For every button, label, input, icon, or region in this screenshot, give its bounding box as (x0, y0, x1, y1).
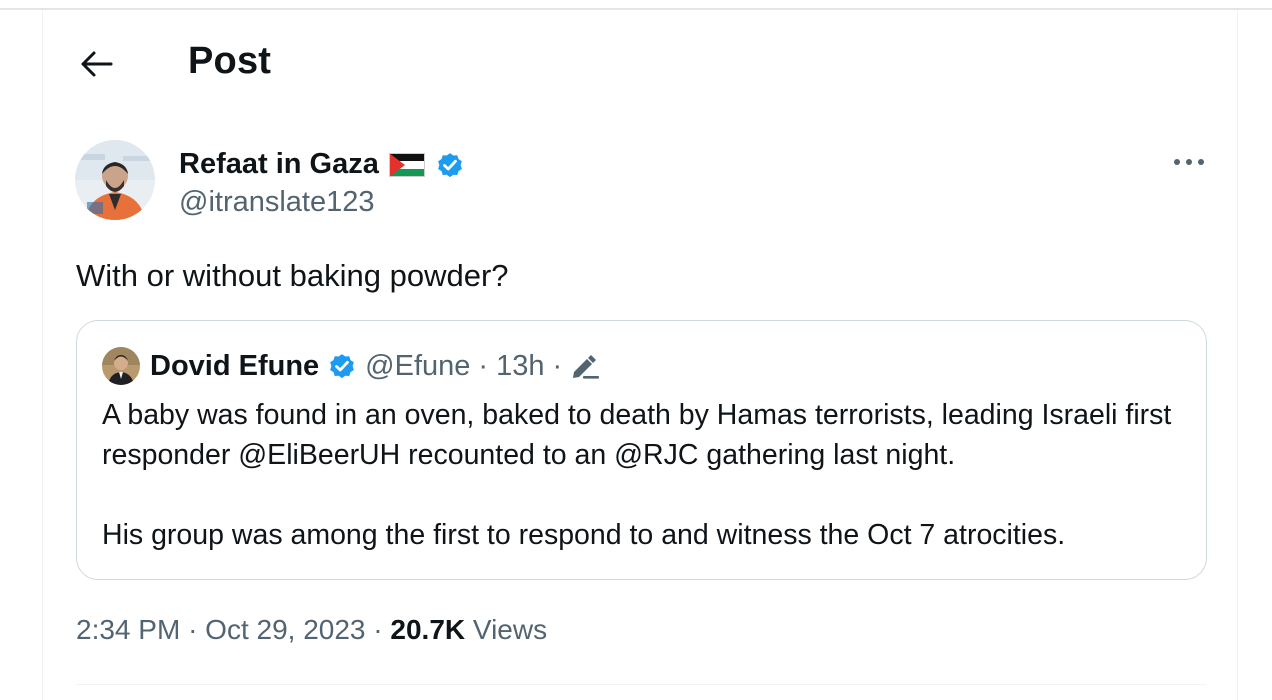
quoted-tweet-header: Dovid Efune @Efune · 13h · (102, 347, 600, 385)
quoted-timestamp[interactable]: 13h (496, 350, 544, 383)
page-header: Post (43, 10, 1237, 116)
more-options-button[interactable] (1169, 142, 1209, 182)
quoted-author-avatar[interactable] (102, 347, 140, 385)
meta-separator-2: · (373, 614, 383, 645)
quoted-author-handle[interactable]: @Efune (365, 350, 470, 383)
post-column: Post Refaat in Gaza @itranslate123 With … (42, 10, 1238, 700)
quoted-verified-badge-icon[interactable] (327, 351, 357, 381)
author-display-name[interactable]: Refaat in Gaza (179, 148, 379, 181)
quoted-paragraph-1: A baby was found in an oven, baked to de… (102, 399, 1172, 471)
quoted-separator-2: · (552, 349, 563, 382)
back-button[interactable] (71, 42, 121, 86)
quoted-tweet-text: A baby was found in an oven, baked to de… (102, 395, 1182, 555)
page-title: Post (188, 40, 272, 82)
views-label: Views (472, 614, 548, 645)
views-count: 20.7K (390, 614, 466, 645)
quoted-author-display-name[interactable]: Dovid Efune (150, 350, 319, 383)
quoted-separator: · (478, 349, 489, 382)
author-name-row: Refaat in Gaza (179, 148, 465, 181)
edit-pencil-icon (573, 355, 600, 379)
author-handle[interactable]: @itranslate123 (179, 186, 375, 219)
arrow-left-icon (81, 51, 113, 77)
meta-separator: · (188, 614, 198, 645)
author-avatar[interactable] (75, 140, 155, 220)
more-options-icon (1174, 159, 1204, 165)
bottom-divider (76, 684, 1207, 685)
quoted-paragraph-2: His group was among the first to respond… (102, 519, 1066, 551)
tweet-meta: 2:34 PM · Oct 29, 2023 · 20.7K Views (76, 614, 547, 646)
quoted-tweet-card[interactable]: Dovid Efune @Efune · 13h · A baby was fo… (76, 320, 1207, 580)
tweet-text: With or without baking powder? (76, 258, 509, 293)
palestine-flag-icon (388, 152, 425, 177)
verified-badge-icon[interactable] (435, 150, 465, 180)
tweet-time[interactable]: 2:34 PM (76, 614, 180, 645)
tweet-date[interactable]: Oct 29, 2023 (205, 614, 365, 645)
